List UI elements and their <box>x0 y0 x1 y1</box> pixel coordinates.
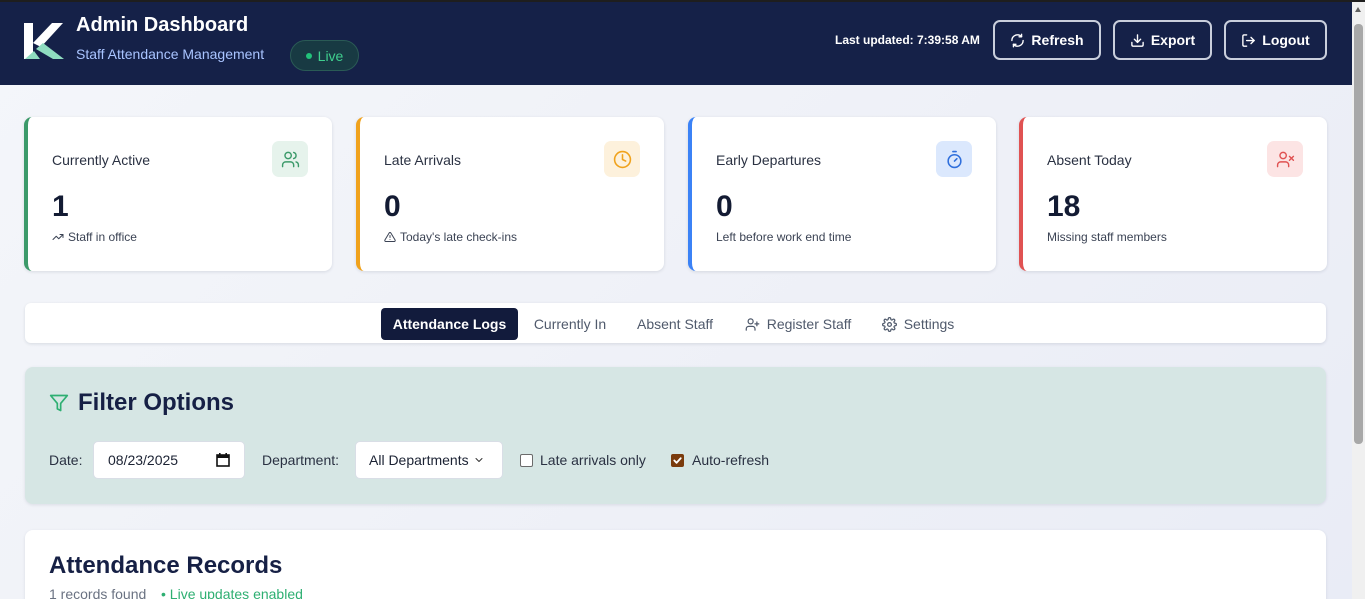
department-label: Department: <box>262 452 340 468</box>
tab-register-staff[interactable]: Register Staff <box>738 308 858 340</box>
stat-label: Absent Today <box>1047 152 1132 168</box>
clock-icon <box>604 141 640 177</box>
attendance-records-panel: Attendance Records 1 records found • Liv… <box>25 530 1326 599</box>
department-value: All Departments <box>369 452 469 468</box>
refresh-button[interactable]: Refresh <box>993 20 1101 60</box>
stat-sub: Today's late check-ins <box>384 230 517 244</box>
stat-label: Late Arrivals <box>384 152 462 168</box>
live-badge: Live <box>290 40 359 71</box>
tab-label: Absent Staff <box>636 316 713 332</box>
live-label: Live <box>317 47 344 64</box>
stat-sub: Missing staff members <box>1047 230 1167 244</box>
warning-icon <box>384 231 396 242</box>
department-select[interactable]: All Departments <box>355 441 503 479</box>
records-title: Attendance Records <box>49 552 283 579</box>
stat-value: 0 <box>716 190 733 223</box>
tab-bar: Attendance Logs Currently In Absent Staf… <box>25 303 1326 343</box>
download-icon <box>1131 33 1144 47</box>
tab-label: Register Staff <box>766 316 852 332</box>
user-x-icon <box>1267 141 1303 177</box>
refresh-icon <box>1011 33 1025 47</box>
late-arrivals-label[interactable]: Late arrivals only <box>540 452 646 468</box>
calendar-icon[interactable] <box>216 453 230 467</box>
user-plus-icon <box>745 317 760 331</box>
tab-absent-staff[interactable]: Absent Staff <box>628 308 722 340</box>
tab-label: Attendance Logs <box>392 316 507 332</box>
date-value: 08/23/2025 <box>108 452 179 468</box>
logo-icon <box>24 23 64 59</box>
refresh-label: Refresh <box>1031 32 1084 48</box>
logout-label: Logout <box>1262 32 1310 48</box>
stat-value: 18 <box>1047 190 1081 223</box>
stat-value: 0 <box>384 190 401 223</box>
scroll-up-arrow-icon[interactable] <box>1355 7 1361 12</box>
check-icon <box>673 457 682 464</box>
tab-label: Currently In <box>533 316 607 332</box>
filter-icon <box>49 394 69 412</box>
trending-up-icon <box>52 234 64 240</box>
stat-card-late-arrivals: Late Arrivals 0 Today's late check-ins <box>356 117 664 271</box>
records-live-status: • Live updates enabled <box>161 586 303 599</box>
app-header: Admin Dashboard Staff Attendance Managem… <box>0 2 1352 85</box>
filter-title: Filter Options <box>78 389 234 416</box>
stat-value: 1 <box>52 190 69 223</box>
logout-button[interactable]: Logout <box>1224 20 1327 60</box>
records-count: 1 records found <box>49 586 147 599</box>
scrollbar-thumb[interactable] <box>1354 24 1363 444</box>
stat-sub: Left before work end time <box>716 230 851 244</box>
stat-sub: Staff in office <box>52 230 137 244</box>
stat-card-early-departures: Early Departures 0 Left before work end … <box>688 117 996 271</box>
stat-label: Currently Active <box>52 152 151 168</box>
stat-label: Early Departures <box>716 152 822 168</box>
timer-icon <box>936 141 972 177</box>
tab-attendance-logs[interactable]: Attendance Logs <box>381 308 518 340</box>
live-dot-icon <box>305 52 312 59</box>
stat-sub-text: Missing staff members <box>1047 230 1167 244</box>
auto-refresh-label[interactable]: Auto-refresh <box>692 452 769 468</box>
stat-card-currently-active: Currently Active 1 Staff in office <box>24 117 332 271</box>
stat-card-absent-today: Absent Today 18 Missing staff members <box>1019 117 1327 271</box>
filter-panel: Filter Options Date: 08/23/2025 Departme… <box>25 367 1326 504</box>
late-arrivals-checkbox[interactable] <box>520 454 533 467</box>
stat-sub-text: Left before work end time <box>716 230 852 244</box>
date-label: Date: <box>49 452 83 468</box>
export-label: Export <box>1150 32 1196 48</box>
stat-sub-text: Staff in office <box>68 230 137 244</box>
gear-icon <box>881 316 897 332</box>
auto-refresh-checkbox[interactable] <box>671 454 684 467</box>
tab-label: Settings <box>903 316 955 332</box>
export-button[interactable]: Export <box>1113 20 1212 60</box>
logout-icon <box>1242 33 1256 47</box>
chevron-down-icon <box>475 458 483 462</box>
users-icon <box>272 141 308 177</box>
tab-currently-in[interactable]: Currently In <box>525 308 615 340</box>
app-title: Admin Dashboard <box>76 14 249 36</box>
tab-settings[interactable]: Settings <box>877 308 959 340</box>
last-updated-text: Last updated: 7:39:58 AM <box>835 33 980 47</box>
stat-sub-text: Today's late check-ins <box>400 230 518 244</box>
page-scrollbar[interactable] <box>1352 2 1365 599</box>
date-input[interactable]: 08/23/2025 <box>93 441 245 479</box>
app-subtitle: Staff Attendance Management <box>76 46 265 62</box>
